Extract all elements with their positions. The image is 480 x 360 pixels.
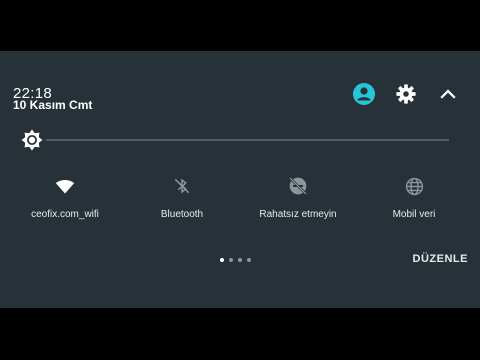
tile-label: ceofix.com_wifi xyxy=(31,209,99,220)
wifi-icon xyxy=(54,175,76,197)
account-circle-icon[interactable] xyxy=(351,81,377,107)
edit-button[interactable]: DÜZENLE xyxy=(413,253,468,265)
globe-icon xyxy=(403,175,425,197)
clock-date: 10 Kasım Cmt xyxy=(13,98,93,112)
page-dot[interactable] xyxy=(220,258,224,262)
brightness-icon[interactable] xyxy=(20,128,44,152)
bluetooth-off-icon xyxy=(171,175,193,197)
tile-do-not-disturb[interactable]: Rahatsız etmeyin xyxy=(243,175,353,225)
page-indicator xyxy=(220,258,251,262)
page-dot[interactable] xyxy=(238,258,242,262)
chevron-up-icon[interactable] xyxy=(435,81,461,107)
brightness-track[interactable] xyxy=(46,139,449,141)
gear-icon[interactable] xyxy=(393,81,419,107)
page-dot[interactable] xyxy=(229,258,233,262)
do-not-disturb-off-icon xyxy=(287,175,309,197)
tile-mobile-data[interactable]: Mobil veri xyxy=(359,175,469,225)
brightness-slider[interactable] xyxy=(18,127,458,153)
tile-label: Bluetooth xyxy=(160,209,204,220)
tile-label: Rahatsız etmeyin xyxy=(259,209,337,220)
tile-wifi[interactable]: ceofix.com_wifi xyxy=(10,175,120,225)
quick-settings-panel: 22:18 10 Kasım Cmt ceofix.com_wifi Bluet… xyxy=(0,51,480,308)
tile-bluetooth[interactable]: Bluetooth xyxy=(127,175,237,225)
tile-label: Mobil veri xyxy=(392,209,436,220)
page-dot[interactable] xyxy=(247,258,251,262)
